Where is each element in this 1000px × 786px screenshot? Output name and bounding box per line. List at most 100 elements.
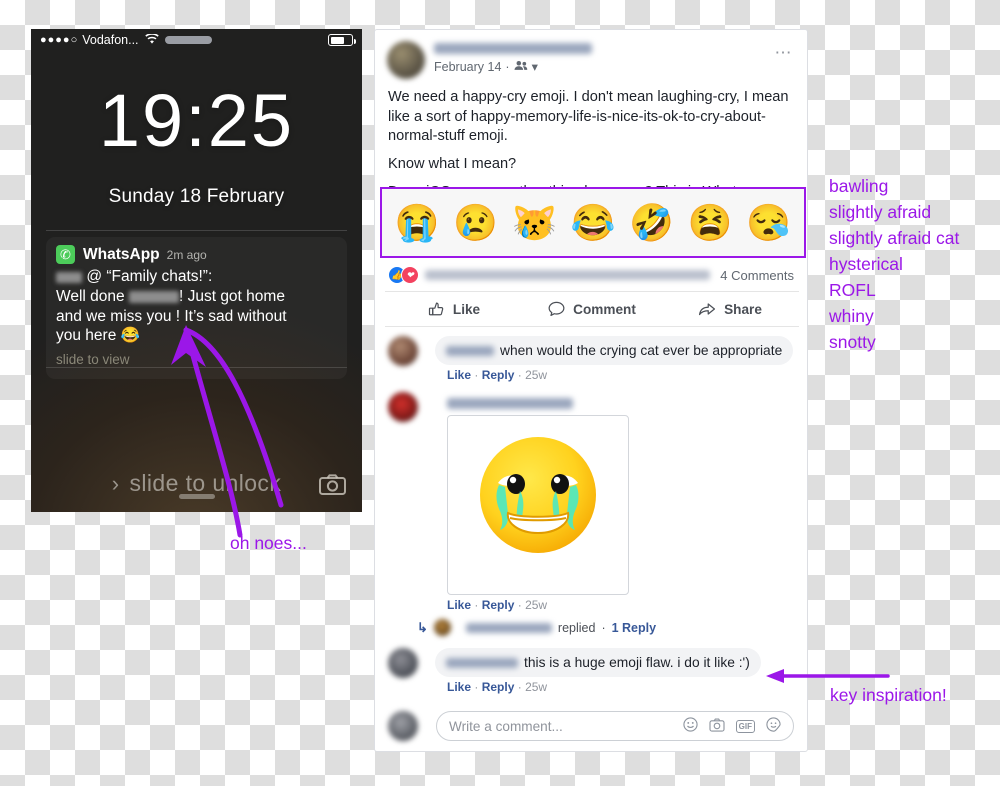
notification-time: 2m ago [166, 247, 207, 262]
slide-to-unlock-label: slide to unlock [129, 470, 282, 496]
reply-summary-row[interactable]: ↳ replied · 1 Reply [417, 619, 807, 637]
battery-icon [328, 34, 356, 46]
whatsapp-notification[interactable]: ✆ WhatsApp 2m ago @ “Family chats!”: Wel… [46, 237, 347, 379]
comment-text: this is a huge emoji flaw. i do it like … [524, 655, 750, 671]
notification-line-1: @ “Family chats!”: [56, 267, 337, 287]
notification-body: @ “Family chats!”: Well done ! Just got … [56, 267, 337, 369]
poster-info: February 14 · ▾ [434, 41, 592, 74]
avatar[interactable] [388, 392, 418, 423]
notification-line-3: and we miss you ! It’s sad without [56, 307, 287, 325]
lockscreen-clock: 19:25 [98, 79, 295, 162]
dot-separator: · [517, 598, 522, 613]
emoji-label-hysterical: hysterical [829, 254, 903, 274]
reply-arrow-icon: ↳ [417, 619, 428, 635]
camera-icon[interactable] [709, 718, 725, 735]
dot-separator: · [517, 368, 522, 383]
gif-icon[interactable]: GIF [735, 719, 755, 733]
chevron-down-icon[interactable]: ▾ [532, 59, 538, 74]
avatar[interactable] [388, 336, 418, 366]
share-button[interactable]: Share [661, 301, 799, 317]
notification-app-name: WhatsApp [83, 245, 160, 263]
reply-count[interactable]: 1 Reply [612, 621, 656, 635]
notification-line-4: you here 😂 [56, 326, 337, 346]
meta-separator: · [505, 59, 510, 74]
comment-body: Like · Reply · 25w [435, 392, 629, 612]
comment-actions: Like · Reply · 25w [447, 680, 761, 694]
slide-to-unlock[interactable]: › slide to unlock [31, 470, 362, 497]
composer-tools: GIF [683, 717, 781, 735]
emoji-label-slightly-afraid: slightly afraid [829, 202, 932, 222]
commenter-name-redacted[interactable] [447, 398, 573, 410]
emoji-loudly-crying-icon: 😭 [394, 201, 440, 243]
post-text: We need a happy-cry emoji. I don't mean … [375, 79, 807, 202]
emoji-label-list: bawling slightly afraid slightly afraid … [829, 176, 960, 360]
like-button-label: Like [452, 301, 481, 317]
signal-dots: ●●●●○ [40, 33, 79, 46]
commenter-name-redacted[interactable] [446, 345, 494, 356]
commenter-name-redacted[interactable] [446, 657, 518, 668]
emoji-crying-cat-icon: 😿 [511, 201, 557, 243]
emoji-label-whiny: whiny [829, 306, 874, 326]
carrier-label: Vodafon... [82, 33, 139, 47]
dot-separator: · [601, 620, 606, 635]
notification-divider-bottom [46, 367, 347, 368]
comment-body: when would the crying cat ever be approp… [435, 336, 794, 383]
notification-divider-top [46, 230, 347, 231]
lockscreen-date: Sunday 18 February [108, 186, 285, 207]
comment-count[interactable]: 4 Comments [720, 268, 794, 283]
post-paragraph-1: We need a happy-cry emoji. I don't mean … [388, 89, 789, 145]
slide-to-view-hint: slide to view [56, 352, 130, 368]
comment-reply-link[interactable]: Reply [482, 598, 515, 612]
sticker-icon[interactable] [766, 717, 781, 735]
post-header: February 14 · ▾ ⋯ [375, 30, 807, 79]
like-button[interactable]: Like [385, 301, 523, 318]
camera-icon[interactable] [319, 474, 346, 500]
post-date[interactable]: February 14 [434, 60, 501, 74]
whatsapp-icon: ✆ [56, 245, 75, 264]
emoji-tired-icon: 😫 [687, 201, 733, 243]
comment-photo[interactable] [447, 415, 629, 596]
dot-separator: · [517, 680, 522, 695]
comment-button-label: Comment [573, 301, 636, 317]
poster-name-redacted[interactable] [434, 43, 592, 54]
emoji-rofl-icon: 🤣 [629, 201, 674, 243]
avatar[interactable] [388, 648, 418, 679]
comment-like-link[interactable]: Like [447, 680, 471, 694]
comment-like-link[interactable]: Like [447, 368, 471, 382]
avatar[interactable] [433, 619, 451, 637]
status-bar: ●●●●○ Vodafon... [31, 29, 362, 51]
emoji-row-highlight: 😭 😢 😿 😂 🤣 😫 😪 [380, 187, 806, 258]
post-meta: February 14 · ▾ [434, 59, 592, 75]
emoji-sleepy-icon: 😪 [746, 201, 792, 243]
notification-line-1-text: @ “Family chats!”: [86, 268, 213, 285]
comments-list: when would the crying cat ever be approp… [375, 330, 807, 694]
ellipsis-icon[interactable]: ⋯ [775, 44, 794, 61]
likers-names-redacted[interactable] [425, 270, 711, 280]
emoji-icon[interactable] [683, 717, 698, 735]
comment-reply-link[interactable]: Reply [482, 680, 515, 694]
home-indicator [178, 494, 215, 499]
list-item: Like · Reply · 25w [375, 382, 807, 612]
emoji-label-rofl: ROFL [829, 280, 876, 300]
comment-input[interactable]: Write a comment... GIF [436, 711, 794, 741]
avatar[interactable] [388, 711, 418, 741]
reaction-icons[interactable]: 👍 ❤ [388, 266, 419, 284]
replier-name-redacted[interactable] [465, 622, 552, 633]
comment-button[interactable]: Comment [523, 301, 661, 317]
share-arrow-icon [698, 301, 716, 317]
reaction-bar: 👍 ❤ 4 Comments [375, 262, 807, 288]
comment-reply-link[interactable]: Reply [482, 368, 515, 382]
comment-like-link[interactable]: Like [447, 598, 471, 612]
avatar[interactable] [387, 41, 425, 79]
comment-composer: Write a comment... GIF [375, 711, 807, 741]
comment-bubble: when would the crying cat ever be approp… [435, 336, 794, 366]
annotation-oh-noes: oh noes... [230, 533, 307, 553]
emoji-label-slightly-afraid-cat: slightly afraid cat [829, 228, 960, 248]
notification-line-2-prefix: Well done [56, 287, 125, 305]
friends-icon[interactable] [514, 60, 528, 74]
comment-age: 25w [525, 680, 548, 695]
comment-bubble-icon [548, 301, 565, 317]
emoji-label-bawling: bawling [829, 176, 889, 196]
redacted-sender-name [56, 272, 82, 283]
emoji-label-snotty: snotty [829, 332, 876, 352]
